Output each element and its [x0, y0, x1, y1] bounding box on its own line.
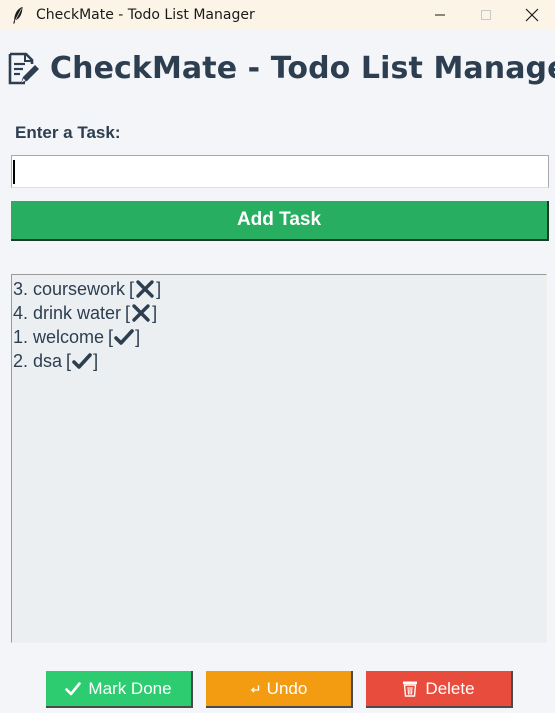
check-mark-icon	[114, 327, 134, 347]
text-caret	[13, 160, 15, 184]
task-status: [ ]	[108, 326, 141, 347]
task-text: 3. coursework	[13, 278, 126, 299]
undo-label: Undo	[266, 678, 308, 698]
task-status: [ ]	[129, 278, 162, 299]
feather-icon	[0, 0, 36, 30]
window-title: CheckMate - Todo List Manager	[36, 7, 255, 23]
task-status: [ ]	[66, 350, 99, 371]
delete-button[interactable]: Delete	[366, 671, 513, 708]
minimize-button[interactable]	[417, 0, 463, 30]
task-input-label: Enter a Task:	[15, 123, 121, 142]
window-titlebar: CheckMate - Todo List Manager	[0, 0, 555, 30]
task-input[interactable]	[11, 155, 549, 188]
task-item[interactable]: 3. coursework [ ]	[13, 277, 546, 301]
wastebasket-icon	[402, 680, 418, 697]
page-header: CheckMate - Todo List Manager	[6, 48, 555, 88]
cross-mark-icon	[131, 303, 151, 323]
check-mark-icon	[72, 351, 92, 371]
task-text: 1. welcome	[13, 326, 105, 347]
maximize-button[interactable]	[463, 0, 509, 30]
delete-label: Delete	[425, 678, 475, 698]
task-text: 2. dsa	[13, 350, 63, 371]
close-button[interactable]	[509, 0, 555, 30]
undo-button[interactable]: Undo	[206, 671, 353, 708]
task-item[interactable]: 1. welcome [ ]	[13, 325, 546, 349]
undo-arrow-icon	[250, 684, 260, 694]
task-text: 4. drink water	[13, 302, 122, 323]
cross-mark-icon	[135, 279, 155, 299]
task-status: [ ]	[125, 302, 158, 323]
mark-done-button[interactable]: Mark Done	[46, 671, 193, 708]
page-title: CheckMate - Todo List Manager	[50, 50, 555, 86]
task-item[interactable]: 4. drink water [ ]	[13, 301, 546, 325]
task-list[interactable]: 3. coursework [ ] 4. drink water [ ] 1. …	[11, 274, 547, 643]
memo-pencil-icon	[6, 48, 40, 88]
task-item[interactable]: 2. dsa [ ]	[13, 349, 546, 373]
mark-done-label: Mark Done	[88, 678, 172, 698]
add-task-button[interactable]: Add Task	[11, 201, 549, 241]
check-mark-icon	[65, 681, 82, 697]
